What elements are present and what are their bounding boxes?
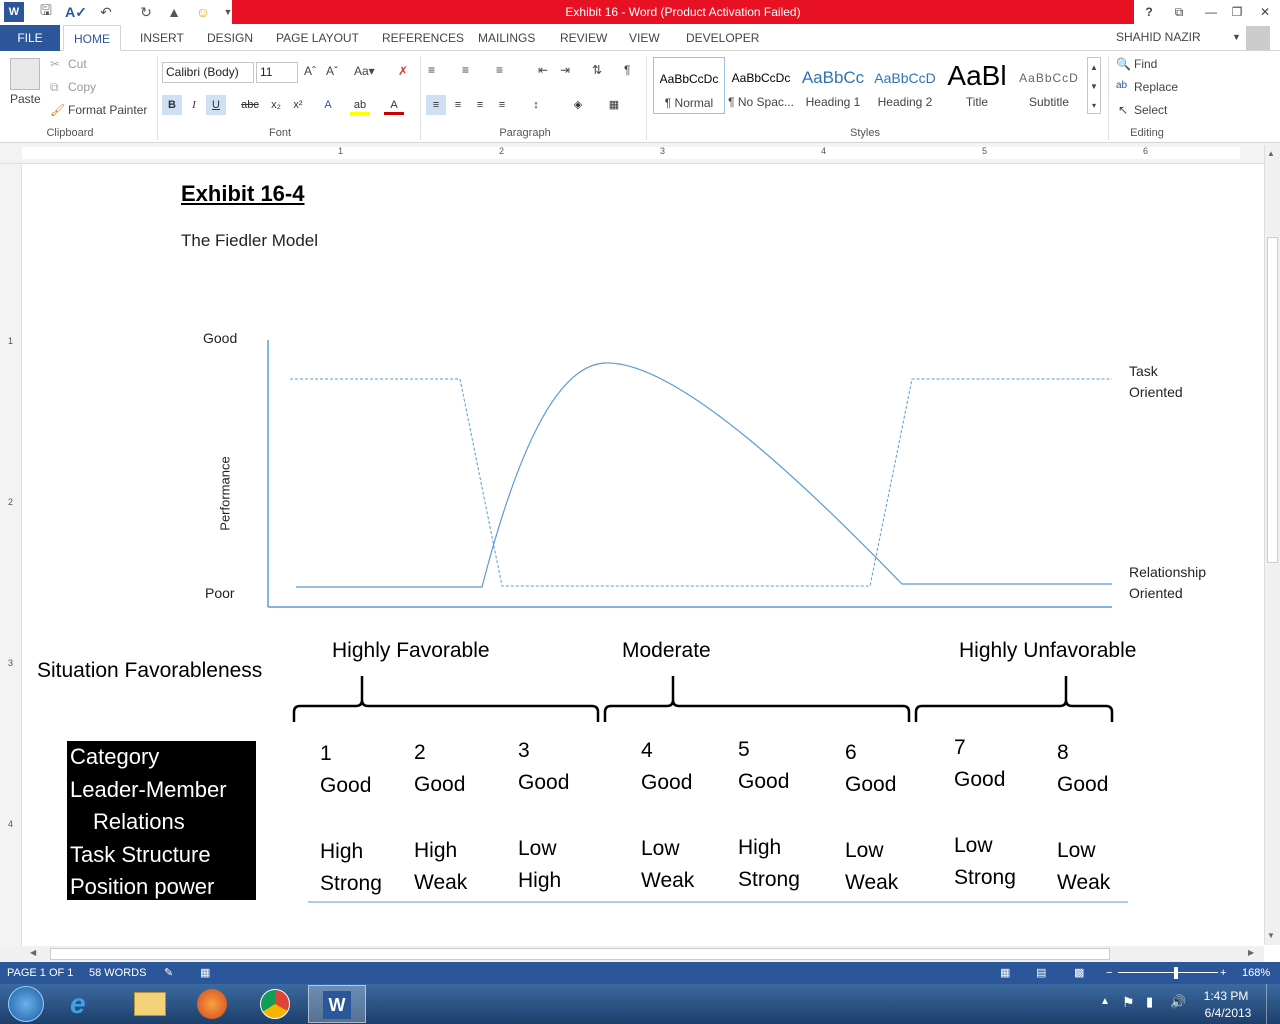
brace-moderate xyxy=(603,676,911,722)
scroll-up-icon[interactable]: ▲ xyxy=(1267,149,1275,158)
scroll-left-icon[interactable]: ◀ xyxy=(30,948,36,957)
network-icon[interactable]: ▮ xyxy=(1146,994,1153,1010)
vertical-scrollbar[interactable]: ▲ ▼ xyxy=(1264,145,1280,945)
firefox-icon[interactable] xyxy=(197,989,227,1019)
chrome-icon[interactable] xyxy=(260,989,290,1019)
column-lmr: Good xyxy=(845,773,897,796)
situation-column: 7 Good Low Strong xyxy=(954,732,1016,894)
clock-time[interactable]: 1:43 PM xyxy=(1200,989,1252,1003)
situation-column: 2 Good High Weak xyxy=(414,737,467,899)
column-number: 2 xyxy=(414,741,426,764)
column-ts: Low xyxy=(518,837,557,860)
column-ts: Low xyxy=(954,834,993,857)
situation-column: 1 Good High Strong xyxy=(320,738,382,900)
horizontal-scrollbar[interactable]: ◀ ▶ xyxy=(0,946,1264,962)
zoom-slider[interactable] xyxy=(1118,972,1218,973)
word-taskbar-button[interactable]: W xyxy=(308,985,366,1023)
column-spacer xyxy=(414,801,467,835)
column-pp: Weak xyxy=(414,871,468,894)
column-ts: Low xyxy=(641,837,680,860)
column-pp: Strong xyxy=(320,872,382,895)
zoom-level[interactable]: 168% xyxy=(1242,962,1270,984)
show-desktop-button[interactable] xyxy=(1266,984,1280,1024)
situation-column: 5 Good High Strong xyxy=(738,734,800,896)
column-pp: Strong xyxy=(954,866,1016,889)
volume-icon[interactable]: 🔊 xyxy=(1170,994,1186,1010)
situation-column: 8 Good Low Weak xyxy=(1057,737,1110,899)
taskbar: e W ▲ ⚑ ▮ 🔊 1:43 PM 6/4/2013 xyxy=(0,984,1280,1024)
situation-column: 3 Good Low High xyxy=(518,735,569,897)
column-lmr: Good xyxy=(320,774,372,797)
file-explorer-icon[interactable] xyxy=(134,992,166,1016)
category-box: Category Leader-Member Relations Task St… xyxy=(67,741,256,900)
macro-icon[interactable]: ▦ xyxy=(200,962,210,984)
column-lmr: Good xyxy=(414,773,466,796)
column-pp: High xyxy=(518,869,562,892)
column-spacer xyxy=(641,799,694,833)
column-number: 4 xyxy=(641,739,653,762)
word-count[interactable]: 58 WORDS xyxy=(89,962,146,984)
column-spacer xyxy=(738,798,800,832)
brace-unfavorable xyxy=(914,676,1114,722)
horizontal-scroll-thumb[interactable] xyxy=(50,948,1110,960)
column-number: 5 xyxy=(738,738,750,761)
category-line: Category xyxy=(70,744,160,769)
column-lmr: Good xyxy=(738,770,790,793)
scroll-right-icon[interactable]: ▶ xyxy=(1248,948,1254,957)
column-ts: Low xyxy=(1057,839,1096,862)
column-lmr: Good xyxy=(641,771,693,794)
brace-favorable xyxy=(292,676,600,722)
column-pp: Weak xyxy=(1057,871,1111,894)
column-ts: High xyxy=(738,836,782,859)
category-line: Leader-Member xyxy=(70,776,227,802)
internet-explorer-icon[interactable]: e xyxy=(70,988,86,1020)
column-lmr: Good xyxy=(1057,773,1109,796)
status-bar: PAGE 1 OF 1 58 WORDS ✎ ▦ ▦ ▤ ▩ − + 168% xyxy=(0,962,1280,984)
column-spacer xyxy=(954,796,1016,830)
proofing-icon[interactable]: ✎ xyxy=(164,962,173,984)
column-spacer xyxy=(845,801,898,835)
column-number: 6 xyxy=(845,741,857,764)
web-layout-icon[interactable]: ▩ xyxy=(1074,962,1084,984)
zoom-thumb[interactable] xyxy=(1174,967,1178,979)
page-count[interactable]: PAGE 1 OF 1 xyxy=(7,962,73,984)
column-ts: High xyxy=(320,840,364,863)
print-layout-icon[interactable]: ▤ xyxy=(1036,962,1046,984)
column-spacer xyxy=(1057,801,1110,835)
column-number: 8 xyxy=(1057,741,1069,764)
word-icon: W xyxy=(323,991,351,1019)
category-line: Relations xyxy=(93,809,185,834)
column-lmr: Good xyxy=(954,768,1006,791)
column-ts: Low xyxy=(845,839,884,862)
column-number: 7 xyxy=(954,736,966,759)
column-spacer xyxy=(320,802,382,836)
tray-expand-icon[interactable]: ▲ xyxy=(1100,996,1110,1007)
read-mode-icon[interactable]: ▦ xyxy=(1000,962,1010,984)
vertical-scroll-thumb[interactable] xyxy=(1267,237,1278,563)
column-pp: Strong xyxy=(738,868,800,891)
situation-column: 6 Good Low Weak xyxy=(845,737,898,899)
column-ts: High xyxy=(414,839,458,862)
column-number: 1 xyxy=(320,742,332,765)
column-number: 3 xyxy=(518,739,530,762)
column-spacer xyxy=(518,799,569,833)
situation-column: 4 Good Low Weak xyxy=(641,735,694,897)
column-pp: Weak xyxy=(641,869,695,892)
column-pp: Weak xyxy=(845,871,899,894)
column-lmr: Good xyxy=(518,771,570,794)
category-line: Position power xyxy=(70,874,215,899)
category-line: Task Structure xyxy=(70,841,211,867)
zoom-in-icon[interactable]: + xyxy=(1220,962,1226,984)
scroll-down-icon[interactable]: ▼ xyxy=(1267,931,1275,940)
clock-date[interactable]: 6/4/2013 xyxy=(1200,1006,1256,1020)
action-center-icon[interactable]: ⚑ xyxy=(1122,994,1135,1011)
start-button-icon[interactable] xyxy=(8,986,44,1022)
zoom-out-icon[interactable]: − xyxy=(1106,962,1112,984)
